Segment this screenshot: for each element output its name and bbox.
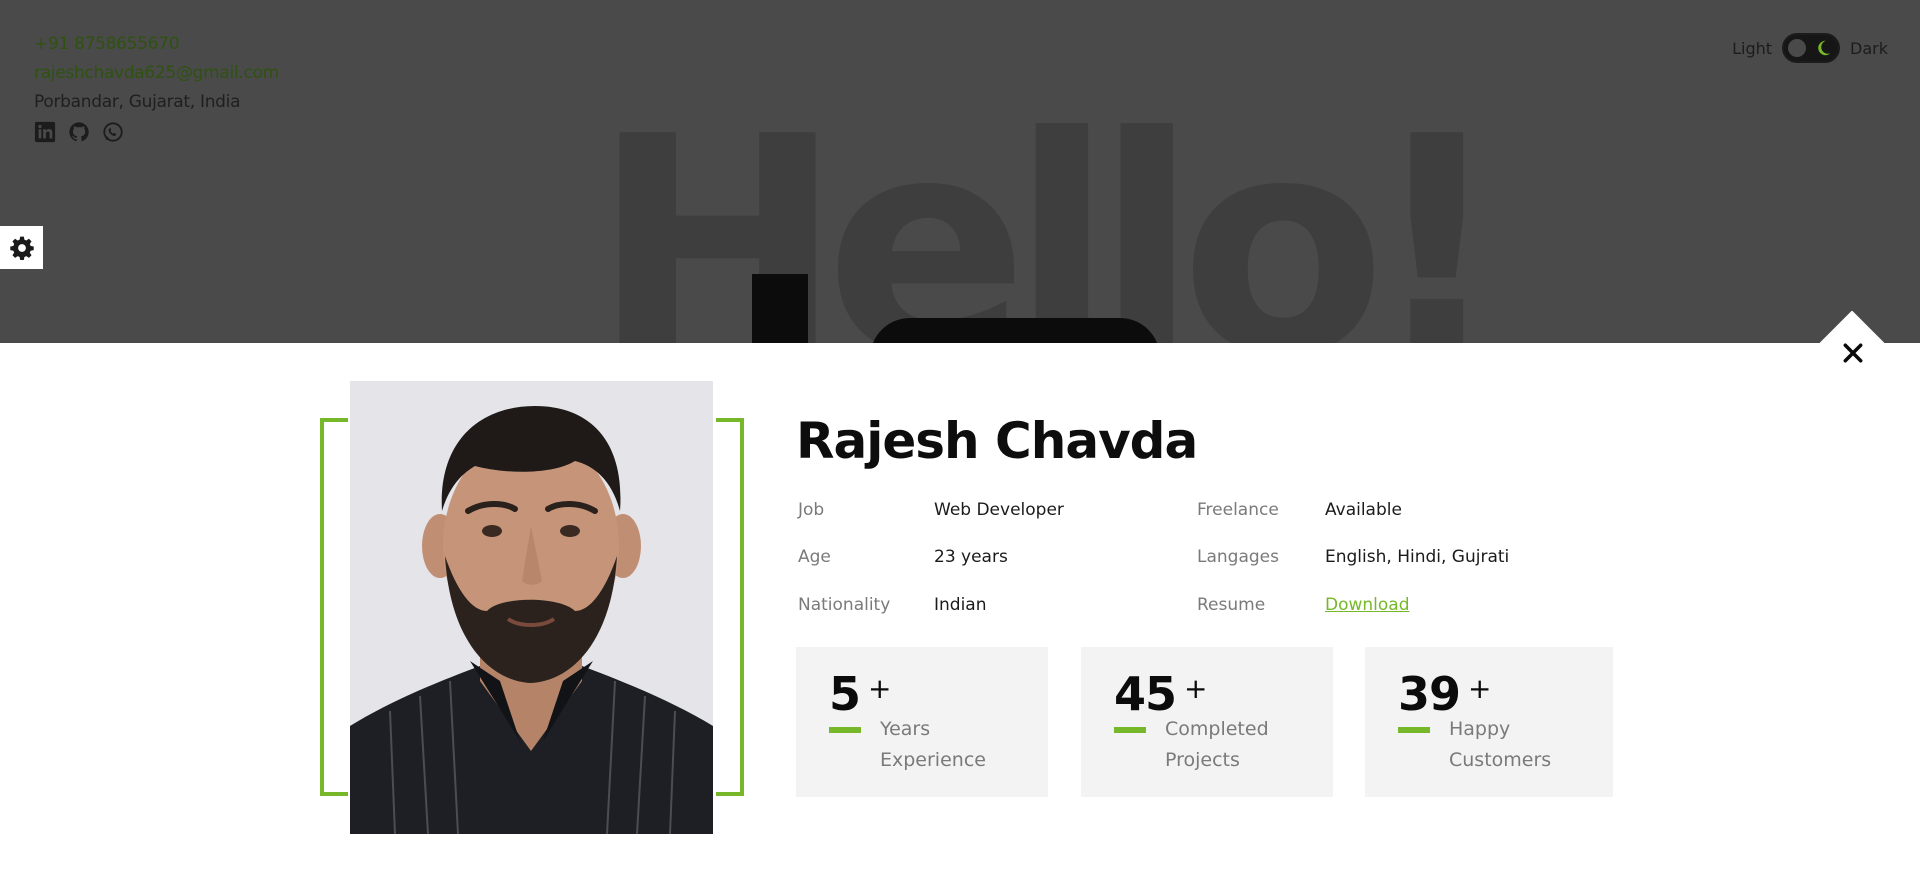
stat-card-experience: 5 + Years Experience: [796, 647, 1048, 797]
profile-name: Rajesh Chavda: [796, 412, 1198, 470]
hero-subtitle-fragment-2: [870, 318, 1160, 343]
hero-greeting: Hello!: [592, 73, 1505, 344]
info-value-age: 23 years: [934, 546, 1008, 568]
linkedin-icon[interactable]: [34, 121, 56, 143]
email-link[interactable]: rajeshchavda625@gmail.com: [34, 59, 279, 88]
resume-download: Download: [1325, 594, 1410, 616]
photo-frame-left: [320, 418, 348, 796]
phone-link[interactable]: +91 8758655670: [34, 30, 279, 59]
profile-photo: [350, 381, 713, 834]
switch-knob: [1788, 39, 1807, 57]
info-row-nationality: Nationality: [798, 594, 890, 616]
info-row-job: Job: [798, 499, 824, 521]
info-value-job: Web Developer: [934, 499, 1064, 521]
stat-number: 39 +: [1398, 667, 1492, 721]
info-value: Web Developer: [934, 500, 1064, 520]
info-value: 23 years: [934, 547, 1008, 567]
stat-card-projects: 45 + Completed Projects: [1081, 647, 1333, 797]
info-value: Indian: [934, 595, 987, 615]
theme-switch[interactable]: [1782, 33, 1841, 63]
social-links: [34, 121, 124, 143]
close-tab: [1820, 311, 1884, 343]
gear-icon: [9, 236, 34, 260]
whatsapp-icon[interactable]: [102, 121, 124, 143]
close-icon: [1843, 343, 1863, 363]
stat-accent-bar: [1398, 727, 1430, 733]
stat-number: 45 +: [1114, 667, 1208, 721]
resume-download-link[interactable]: Download: [1325, 595, 1410, 615]
stat-card-customers: 39 + Happy Customers: [1365, 647, 1613, 797]
info-key: Resume: [1197, 595, 1266, 615]
info-row-age: Age: [798, 546, 831, 568]
stat-accent-bar: [829, 727, 861, 733]
github-icon[interactable]: [68, 121, 90, 143]
stat-label: Happy Customers: [1449, 718, 1552, 771]
info-row-freelance: Freelance: [1197, 499, 1279, 521]
contact-info: +91 8758655670 rajeshchavda625@gmail.com…: [34, 30, 279, 117]
info-key: Nationality: [798, 595, 891, 615]
info-key: Freelance: [1197, 500, 1279, 520]
close-button[interactable]: [1840, 340, 1866, 366]
hero-subtitle-fragment: [752, 274, 808, 343]
settings-button[interactable]: [0, 226, 43, 269]
stat-label: Years Experience: [880, 718, 986, 771]
location-text: Porbandar, Gujarat, India: [34, 92, 241, 112]
light-label: Light: [1732, 38, 1773, 58]
dark-label: Dark: [1850, 38, 1888, 58]
photo-frame-right: [716, 418, 744, 796]
info-row-resume: Resume: [1197, 594, 1265, 616]
stat-number: 5 +: [829, 667, 892, 721]
info-key: Age: [798, 547, 831, 567]
info-value-freelance: Available: [1325, 499, 1402, 521]
info-value-nationality: Indian: [934, 594, 987, 616]
stat-label: Completed Projects: [1165, 718, 1269, 771]
stat-accent-bar: [1114, 727, 1146, 733]
info-key: Langages: [1197, 547, 1279, 567]
info-row-languages: Langages: [1197, 546, 1279, 568]
info-value: English, Hindi, Gujrati: [1325, 547, 1510, 567]
theme-toggle: Light Dark: [1732, 33, 1888, 63]
moon-icon: [1818, 40, 1831, 56]
info-value: Available: [1325, 500, 1402, 520]
info-key: Job: [798, 500, 825, 520]
background-page: +91 8758655670 rajeshchavda625@gmail.com…: [0, 0, 1920, 343]
info-value-languages: English, Hindi, Gujrati: [1325, 546, 1509, 568]
